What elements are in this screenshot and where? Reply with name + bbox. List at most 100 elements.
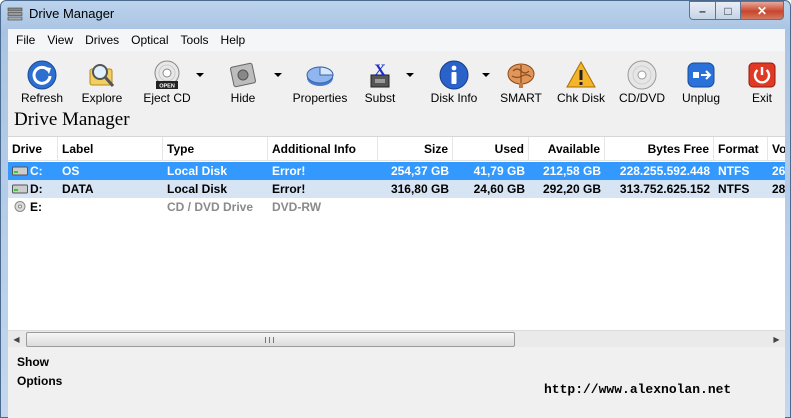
close-button[interactable]: ✕: [740, 1, 784, 20]
smart-label: SMART: [500, 91, 542, 105]
close-icon: ✕: [756, 3, 768, 18]
hard-drive-icon: [12, 166, 28, 176]
col-additional-info[interactable]: Additional Info: [268, 137, 378, 161]
drive-letter: E:: [30, 200, 42, 214]
client-area: File View Drives Optical Tools Help Refr…: [8, 29, 785, 418]
window-title: Drive Manager: [29, 6, 115, 21]
refresh-icon: [27, 60, 57, 90]
format-cell: NTFS: [718, 164, 750, 178]
eject-dropdown-arrow-icon[interactable]: [196, 73, 204, 77]
col-available[interactable]: Available: [529, 137, 605, 161]
col-used[interactable]: Used: [453, 137, 529, 161]
table-row[interactable]: D: DATA Local Disk Error! 316,80 GB 24,6…: [8, 180, 785, 198]
col-drive[interactable]: Drive: [8, 137, 58, 161]
eject-cd-button[interactable]: OPEN Eject CD: [138, 55, 196, 105]
bytes-free-cell: 313.752.625.152: [619, 182, 710, 196]
title-bar[interactable]: Drive Manager – □ ✕: [1, 1, 790, 29]
table-row[interactable]: E: CD / DVD Drive DVD-RW: [8, 198, 785, 216]
menu-bar: File View Drives Optical Tools Help: [8, 29, 785, 51]
size-cell: 254,37 GB: [390, 164, 449, 178]
show-link[interactable]: Show: [17, 355, 49, 369]
properties-button[interactable]: Properties: [288, 55, 352, 105]
warning-icon: [566, 60, 596, 88]
scroll-thumb[interactable]: [26, 332, 515, 347]
size-cell: [378, 198, 453, 216]
col-type[interactable]: Type: [163, 137, 268, 161]
options-link[interactable]: Options: [17, 374, 62, 388]
volume-cell: 28: [772, 182, 785, 196]
website-url[interactable]: http://www.alexnolan.net: [544, 382, 731, 397]
eject-badge: OPEN: [159, 84, 175, 90]
cd-dvd-button[interactable]: CD/DVD: [616, 55, 668, 105]
menu-tools[interactable]: Tools: [175, 29, 215, 51]
chk-disk-label: Chk Disk: [556, 91, 605, 105]
maximize-icon: □: [724, 3, 732, 18]
bytes-free-cell: [605, 198, 714, 216]
table-header: Drive Label Type Additional Info Size Us…: [8, 137, 785, 161]
disk-info-label: Disk Info: [430, 91, 478, 105]
volume-cell: [768, 198, 785, 216]
menu-drives[interactable]: Drives: [79, 29, 125, 51]
used-cell: 41,79 GB: [473, 164, 525, 178]
refresh-button[interactable]: Refresh: [14, 55, 70, 105]
col-bytes-free[interactable]: Bytes Free: [605, 137, 714, 161]
minimize-button[interactable]: –: [689, 1, 715, 20]
subst-icon: X: [370, 62, 390, 88]
unplug-button[interactable]: Unplug: [678, 55, 724, 105]
svg-text:X: X: [374, 62, 386, 79]
app-window: Drive Manager – □ ✕ File View Drives Opt…: [0, 0, 791, 418]
exit-button[interactable]: Exit: [744, 55, 780, 105]
table-row[interactable]: C: OS Local Disk Error! 254,37 GB 41,79 …: [8, 162, 785, 180]
used-cell: 24,60 GB: [473, 182, 525, 196]
col-format[interactable]: Format: [714, 137, 768, 161]
col-label[interactable]: Label: [58, 137, 163, 161]
type-cell: CD / DVD Drive: [167, 200, 254, 214]
col-size[interactable]: Size: [378, 137, 453, 161]
menu-optical[interactable]: Optical: [125, 29, 174, 51]
hide-label: Hide: [230, 91, 256, 105]
available-cell: 292,20 GB: [542, 182, 601, 196]
drive-letter: C:: [30, 164, 43, 178]
explore-label: Explore: [81, 91, 123, 105]
menu-view[interactable]: View: [41, 29, 79, 51]
menu-help[interactable]: Help: [215, 29, 252, 51]
chk-disk-button[interactable]: Chk Disk: [556, 55, 606, 105]
bottom-panel: Show Options http://www.alexnolan.net: [8, 348, 785, 418]
drive-cell: D:: [8, 180, 58, 198]
label-cell: OS: [62, 164, 80, 178]
col-volume[interactable]: Vo: [768, 137, 785, 161]
format-cell: [714, 198, 768, 216]
disk-info-dropdown-arrow-icon[interactable]: [482, 73, 490, 77]
bytes-free-cell: 228.255.592.448: [619, 164, 710, 178]
smart-button[interactable]: SMART: [498, 55, 544, 105]
pie-chart-icon: [306, 66, 334, 86]
eject-cd-icon: OPEN: [154, 60, 180, 90]
exit-label: Exit: [751, 91, 772, 105]
format-cell: NTFS: [718, 182, 750, 196]
available-cell: 212,58 GB: [542, 164, 601, 178]
unplug-icon: [687, 62, 715, 88]
drives-table: Drive Label Type Additional Info Size Us…: [8, 136, 785, 341]
hide-dropdown-arrow-icon[interactable]: [274, 73, 282, 77]
label-cell: DATA: [62, 182, 94, 196]
explore-button[interactable]: Explore: [74, 55, 130, 105]
hide-button[interactable]: Hide: [214, 55, 272, 105]
scroll-left-icon[interactable]: ◀: [8, 331, 25, 348]
optical-drive-icon: [14, 201, 26, 212]
hard-drive-icon: [12, 184, 28, 194]
menu-file[interactable]: File: [10, 29, 41, 51]
horizontal-scrollbar[interactable]: ◀ ▶: [8, 330, 785, 347]
page-title: Drive Manager: [14, 109, 130, 130]
magnifier-folder-icon: [89, 64, 115, 87]
volume-cell: 26: [772, 164, 785, 178]
hide-drive-icon: [230, 62, 256, 88]
brain-icon: [507, 63, 535, 88]
scroll-right-icon[interactable]: ▶: [768, 331, 785, 348]
disk-info-button[interactable]: Disk Info: [422, 55, 486, 105]
size-cell: 316,80 GB: [390, 182, 449, 196]
subst-button[interactable]: X Subst: [356, 55, 404, 105]
cd-dvd-icon: [627, 60, 657, 90]
maximize-button[interactable]: □: [715, 1, 740, 20]
subst-dropdown-arrow-icon[interactable]: [406, 73, 414, 77]
used-cell: [453, 198, 529, 216]
